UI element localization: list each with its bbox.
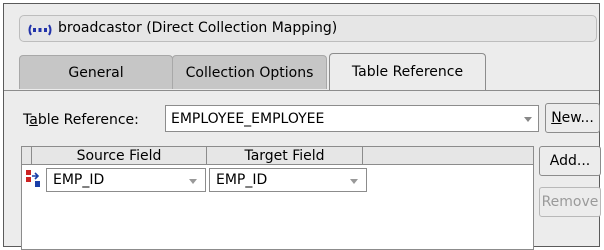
tab-table-reference-label: Table Reference xyxy=(351,64,464,80)
mapping-editor-panel: broadcastor (Direct Collection Mapping) … xyxy=(3,3,601,250)
column-header-source-field[interactable]: Source Field xyxy=(32,147,207,165)
source-field-value: EMP_ID xyxy=(53,172,105,188)
chevron-down-icon xyxy=(524,117,532,122)
chevron-down-icon xyxy=(189,179,197,184)
tab-collection-options-label: Collection Options xyxy=(185,64,314,81)
table-reference-value: EMPLOYEE_EMPLOYEE xyxy=(171,111,325,127)
mapping-title-bar: broadcastor (Direct Collection Mapping) xyxy=(19,15,597,42)
field-mapping-table: Source Field Target Field EMP_ID EMP_ID xyxy=(21,146,534,250)
tab-divider xyxy=(4,90,599,91)
tab-general[interactable]: General xyxy=(19,55,173,89)
add-button[interactable]: Add... xyxy=(539,146,601,176)
remove-button[interactable]: Remove xyxy=(539,187,601,217)
mapping-title: broadcastor (Direct Collection Mapping) xyxy=(58,20,338,36)
new-button[interactable]: New... xyxy=(545,103,600,133)
source-field-select[interactable]: EMP_ID xyxy=(46,168,206,192)
target-field-value: EMP_ID xyxy=(216,172,268,188)
add-button-label: Add... xyxy=(549,153,591,169)
chevron-down-icon xyxy=(350,179,358,184)
key-mapping-icon xyxy=(26,170,40,187)
mapping-icon xyxy=(28,24,52,36)
table-reference-select[interactable]: EMPLOYEE_EMPLOYEE xyxy=(165,105,539,132)
new-button-label: New... xyxy=(551,110,594,126)
tab-table-reference[interactable]: Table Reference xyxy=(329,53,486,90)
target-field-select[interactable]: EMP_ID xyxy=(209,168,367,192)
table-reference-label: Table Reference: xyxy=(23,112,139,128)
tab-collection-options[interactable]: Collection Options xyxy=(172,55,327,89)
remove-button-label: Remove xyxy=(541,194,599,210)
row-header-column xyxy=(22,147,32,165)
column-header-filler xyxy=(363,147,533,165)
column-header-target-field[interactable]: Target Field xyxy=(207,147,363,165)
tab-general-label: General xyxy=(68,64,124,81)
